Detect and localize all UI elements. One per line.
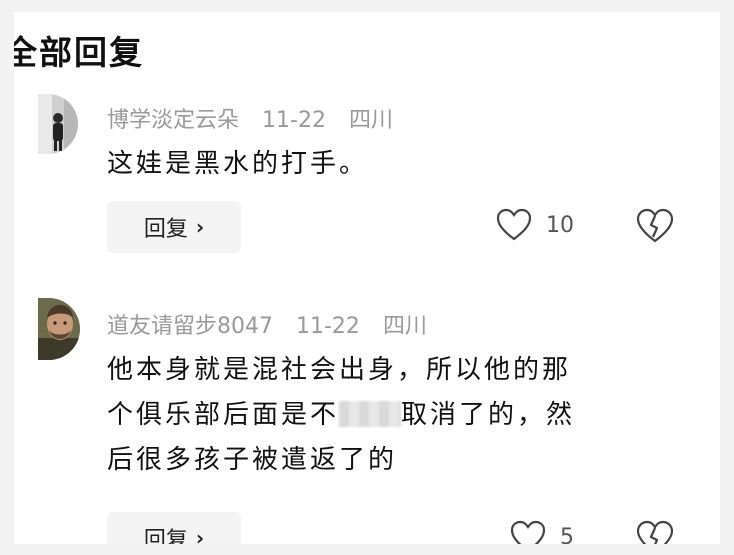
comment-line: 他本身就是混社会出身，所以他的那 [107, 355, 572, 385]
reply-button[interactable]: 回复 › [107, 512, 241, 544]
comment-date: 11-22 [296, 314, 360, 339]
comment-meta: 博学淡定云朵 11-22 四川 [107, 102, 409, 134]
comment-line-segment: 个俱乐部后面是不 [107, 400, 340, 430]
comment-line: 这娃是黑水的打手。 [107, 149, 369, 179]
blurred-text [339, 401, 402, 427]
heart-outline-icon [510, 520, 546, 544]
avatar[interactable] [38, 298, 80, 360]
comment-location: 四川 [382, 314, 427, 339]
comment-text: 这娃是黑水的打手。 [107, 142, 368, 187]
comment-line-segment: 取消了的，然 [401, 400, 576, 430]
dislike-button[interactable] [636, 208, 674, 248]
chevron-right-icon: › [195, 215, 205, 239]
comment-date: 11-22 [262, 108, 326, 133]
dislike-button[interactable] [636, 520, 674, 544]
like-button[interactable]: 5 [510, 520, 574, 544]
username[interactable]: 博学淡定云朵 [107, 108, 239, 133]
comment-line: 个俱乐部后面是不 取消了的，然 [107, 393, 575, 438]
avatar[interactable] [38, 94, 78, 154]
comment-line: 后很多孩子被遣返了的 [107, 445, 398, 475]
avatar-image [38, 94, 78, 154]
like-count: 5 [560, 524, 574, 545]
comment-panel: 全部回复 博学淡定云朵 11-22 四川 这娃是黑水的打手。 回复 › 10 道… [14, 12, 720, 544]
chevron-right-icon: › [195, 526, 205, 544]
comment-meta: 道友请留步8047 11-22 四川 [107, 308, 443, 340]
broken-heart-icon [636, 520, 674, 544]
section-title: 全部回复 [14, 33, 144, 72]
comment-location: 四川 [348, 108, 393, 133]
like-count: 10 [546, 212, 574, 238]
reply-label: 回复 [143, 217, 188, 242]
broken-heart-icon [636, 208, 674, 243]
avatar-image [38, 298, 80, 360]
like-button[interactable]: 10 [496, 208, 574, 242]
heart-outline-icon [496, 208, 532, 241]
reply-label: 回复 [143, 528, 188, 544]
reply-button[interactable]: 回复 › [107, 201, 241, 253]
username[interactable]: 道友请留步8047 [107, 314, 273, 339]
comment-text: 他本身就是混社会出身，所以他的那 个俱乐部后面是不 取消了的，然 后很多孩子被遣返… [107, 348, 575, 483]
